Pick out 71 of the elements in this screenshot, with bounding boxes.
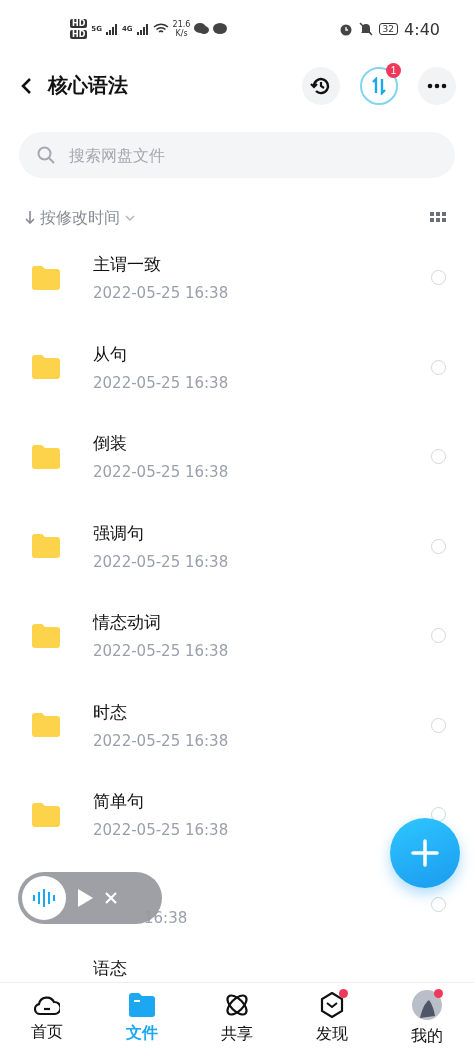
search-icon [37, 146, 55, 164]
select-circle[interactable] [431, 896, 446, 912]
more-icon [427, 82, 447, 89]
folder-name: 时态 [93, 700, 128, 724]
select-circle[interactable] [431, 717, 446, 733]
folder-icon [32, 802, 60, 827]
modified-date: 2022-05-25 16:38 [93, 552, 230, 571]
avatar-icon [411, 989, 442, 1020]
folder-name: 主谓一致 [93, 253, 162, 277]
select-circle[interactable] [431, 449, 446, 465]
cloud-icon [34, 993, 61, 1016]
sort-button[interactable]: 按修改时间 [25, 207, 430, 229]
folder-icon [32, 534, 60, 559]
back-button[interactable] [20, 76, 32, 95]
grid-view-button[interactable] [430, 212, 446, 224]
transfer-icon [370, 76, 388, 95]
cube-icon [319, 991, 344, 1018]
folder-icon [32, 623, 60, 648]
network-speed: 21.6 [172, 20, 191, 29]
folder-name: 倒装 [93, 432, 128, 456]
play-button[interactable] [76, 888, 94, 908]
orbit-icon [224, 991, 250, 1018]
chevron-down-icon [125, 215, 135, 221]
nav-tab[interactable]: 我的 [379, 983, 474, 1053]
folder-icon [32, 265, 60, 290]
more-button[interactable] [418, 66, 456, 105]
sim-label: HD [70, 19, 88, 28]
folder-name: 情态动词 [93, 611, 162, 635]
signal-icon [105, 23, 118, 35]
plus-icon [411, 839, 439, 867]
add-button[interactable] [390, 818, 460, 888]
arrow-down-icon [25, 211, 35, 225]
clock-time: 4:40 [404, 19, 440, 39]
message-icon [213, 23, 228, 35]
alarm-icon [338, 22, 353, 36]
history-button[interactable] [302, 66, 340, 105]
folder-icon [32, 444, 60, 469]
search-field[interactable]: 搜索网盘文件 [19, 132, 455, 178]
modified-date: 2022-05-25 16:38 [93, 463, 230, 482]
waveform-icon [22, 876, 66, 920]
modified-date: 2022-05-25 16:38 [93, 821, 230, 840]
folder-name: 从句 [93, 342, 128, 366]
folder-name: 语态 [93, 957, 128, 980]
modified-date: 2022-05-25 16:38 [93, 642, 230, 661]
select-circle[interactable] [431, 270, 446, 286]
folder-name: 强调句 [93, 521, 145, 545]
transfer-button[interactable]: 1 [360, 66, 398, 105]
notification-badge: 1 [386, 62, 401, 78]
select-circle[interactable] [431, 538, 446, 554]
folder-icon [129, 992, 156, 1017]
select-circle[interactable] [431, 628, 446, 644]
chat-icon [194, 23, 210, 35]
sim-label: HD [70, 30, 88, 39]
folder-icon [32, 355, 60, 380]
nav-tab[interactable]: 首页 [0, 983, 95, 1053]
muted-bell-icon [358, 22, 373, 36]
select-circle[interactable] [431, 807, 446, 823]
modified-date: 2022-05-25 16:38 [93, 373, 230, 392]
battery-level: 32 [378, 23, 399, 35]
select-circle[interactable] [431, 359, 446, 375]
nav-tab[interactable]: 共享 [189, 983, 285, 1053]
close-button[interactable] [104, 891, 118, 905]
signal-icon [136, 23, 149, 35]
speed-unit: K/s [175, 29, 188, 38]
nav-tab[interactable]: 发现 [284, 983, 380, 1053]
modified-date: 2022-05-25 16:38 [93, 284, 230, 303]
folder-name: 简单句 [93, 790, 145, 814]
modified-date: 2022-05-25 16:38 [93, 731, 230, 750]
page-title: 核心语法 [48, 72, 129, 99]
folder-icon [32, 713, 60, 738]
wifi-icon [152, 23, 169, 35]
